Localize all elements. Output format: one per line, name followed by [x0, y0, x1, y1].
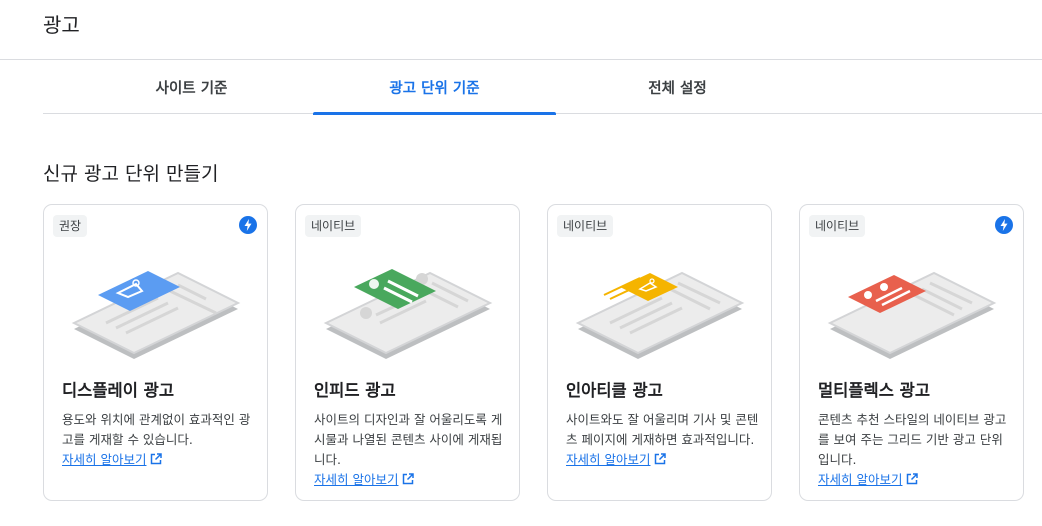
card-title: 디스플레이 광고: [62, 381, 175, 400]
card-title: 멀티플렉스 광고: [818, 381, 931, 400]
recommended-badge: 권장: [53, 215, 88, 237]
bolt-icon: [995, 216, 1013, 234]
learn-more-link[interactable]: 자세히 알아보기: [818, 472, 919, 487]
card-description: 사이트의 디자인과 잘 어울리도록 게시물과 나열된 콘텐츠 사이에 게재됩니다…: [314, 412, 503, 487]
tab-by-site[interactable]: 사이트 기준: [70, 60, 313, 114]
card-title: 인피드 광고: [314, 381, 396, 400]
external-link-icon: [403, 473, 415, 485]
native-badge: 네이티브: [809, 215, 866, 237]
inarticle-ad-card[interactable]: 네이티브 인아티클 광고 사이트와도 잘 어울리며 기사 및 콘텐츠 페이지에 …: [547, 204, 772, 501]
learn-more-link[interactable]: 자세히 알아보기: [566, 452, 667, 467]
native-badge: 네이티브: [557, 215, 614, 237]
display-ad-card[interactable]: 권장 디스플레이 광고 용도와 위치에 관계없이 효과적인 광고를 게재할 수 …: [43, 204, 268, 501]
card-title: 인아티클 광고: [566, 381, 663, 400]
infeed-ad-phone-illustration: [323, 269, 493, 359]
card-description: 사이트와도 잘 어울리며 기사 및 콘텐츠 페이지에 게재하면 효과적입니다. …: [566, 412, 759, 467]
inarticle-ad-phone-illustration: [575, 271, 745, 359]
learn-more-link[interactable]: 자세히 알아보기: [62, 452, 163, 467]
card-description: 콘텐츠 추천 스타일의 네이티브 광고를 보여 주는 그리드 기반 광고 단위입…: [818, 412, 1007, 487]
tab-bar: 사이트 기준 광고 단위 기준 전체 설정: [43, 60, 1042, 115]
page-title: 광고: [43, 13, 80, 37]
learn-more-link[interactable]: 자세히 알아보기: [314, 472, 415, 487]
display-ad-phone-illustration: [71, 271, 241, 359]
native-badge: 네이티브: [305, 215, 362, 237]
tab-global-settings[interactable]: 전체 설정: [556, 60, 799, 114]
tab-by-ad-unit[interactable]: 광고 단위 기준: [313, 60, 556, 115]
external-link-icon: [907, 473, 919, 485]
infeed-ad-card[interactable]: 네이티브 인피드 광고 사이트의 디자인과 잘 어울리도록 게시물과 나열된 콘…: [295, 204, 520, 501]
external-link-icon: [151, 453, 163, 465]
bolt-icon: [239, 216, 257, 234]
section-title: 신규 광고 단위 만들기: [43, 163, 219, 185]
multiplex-ad-card[interactable]: 네이티브 멀티플렉스 광고 콘텐츠 추천 스타일의 네이티브 광고를 보여 주는…: [799, 204, 1024, 501]
multiplex-ad-phone-illustration: [827, 271, 997, 359]
external-link-icon: [655, 453, 667, 465]
card-description: 용도와 위치에 관계없이 효과적인 광고를 게재할 수 있습니다. 자세히 알아…: [62, 412, 251, 467]
